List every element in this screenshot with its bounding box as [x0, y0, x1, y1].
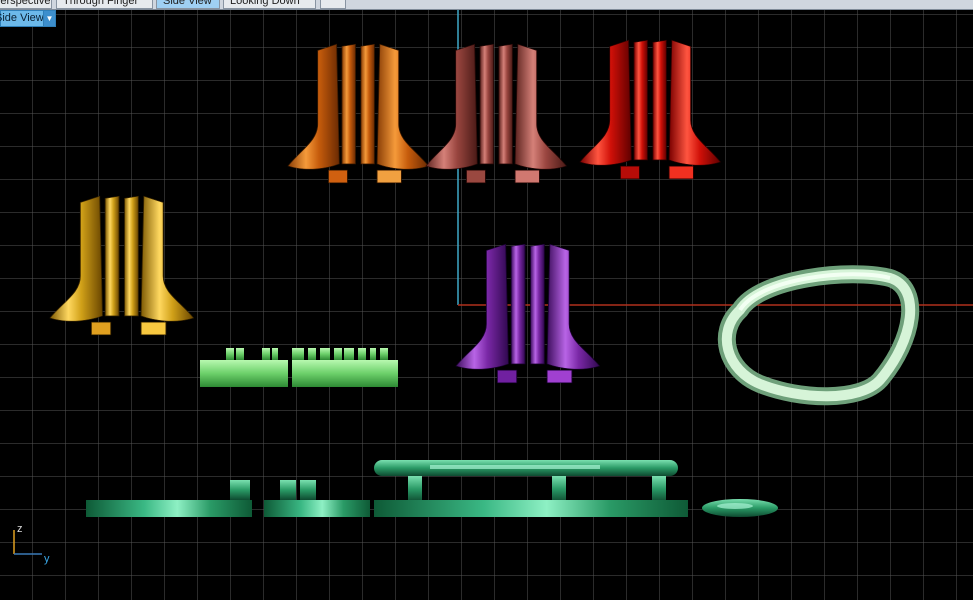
tab-looking-down[interactable]: Looking Down — [223, 0, 316, 9]
z-axis-label: z — [17, 523, 23, 535]
tab-through-finger[interactable]: Through Finger — [56, 0, 153, 9]
tab-perspective[interactable]: Perspective — [0, 0, 52, 9]
view-selector-dropdown[interactable]: Side View ▼ — [0, 10, 56, 27]
side-view-viewport[interactable]: z y — [0, 10, 973, 600]
viewport-tab-strip: Perspective Through Finger Side View Loo… — [0, 0, 973, 10]
tab-side-view[interactable]: Side View — [156, 0, 220, 9]
view-selector-label: Side View — [0, 12, 44, 24]
chevron-down-icon[interactable]: ▼ — [43, 11, 55, 26]
tab-new[interactable] — [320, 0, 346, 9]
y-axis-label: y — [44, 553, 50, 565]
